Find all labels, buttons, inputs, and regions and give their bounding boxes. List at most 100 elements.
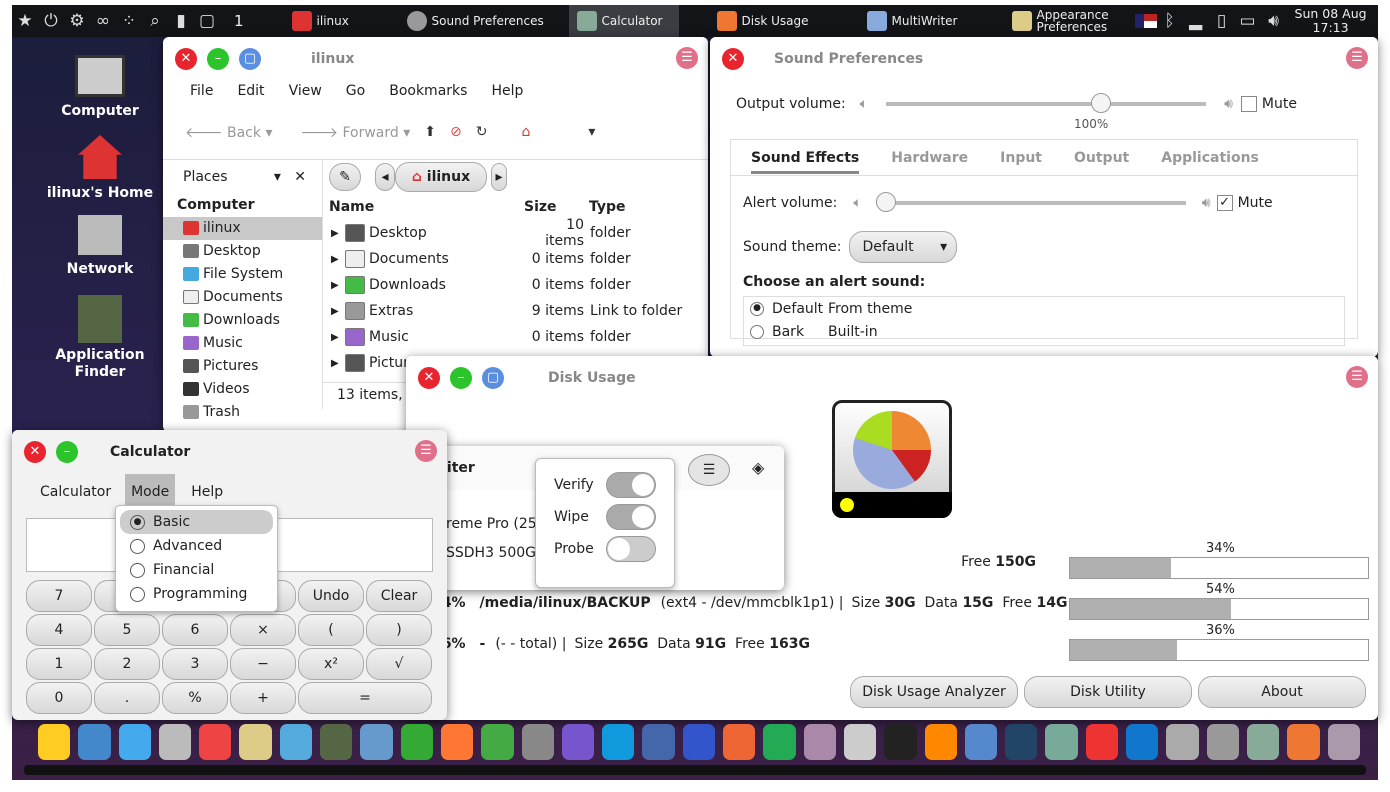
workspace-switcher[interactable]: 1 <box>234 12 244 30</box>
skype-icon[interactable] <box>602 724 635 760</box>
desktop-icon-home[interactable]: ilinux's Home <box>40 135 160 215</box>
menu-help[interactable]: Help <box>491 83 523 99</box>
stop-icon[interactable]: ⊘ <box>450 124 462 140</box>
side-item-desktop[interactable]: Desktop <box>163 240 322 263</box>
teamviewer-icon[interactable] <box>1126 724 1159 760</box>
launcher-icon[interactable] <box>360 724 393 760</box>
minimize-button[interactable]: – <box>56 441 78 463</box>
us-flag-icon[interactable] <box>1134 14 1157 28</box>
window-menu-button[interactable]: ☰ <box>1346 366 1368 388</box>
places-dropdown[interactable]: Places ▾ ✕ <box>163 160 322 194</box>
menu-go[interactable]: Go <box>346 83 365 99</box>
file-row[interactable]: ▶ Desktop 10 items folder <box>323 217 708 249</box>
settings-icon[interactable] <box>199 724 232 760</box>
expand-icon[interactable]: ▶ <box>331 332 345 343</box>
tab-applications[interactable]: Applications <box>1161 150 1259 166</box>
menu-bookmarks[interactable]: Bookmarks <box>389 83 467 99</box>
key-button[interactable]: 2 <box>94 648 160 680</box>
key-button[interactable]: 6 <box>162 614 228 646</box>
minimize-button[interactable]: – <box>207 48 229 70</box>
key-button[interactable]: 5 <box>94 614 160 646</box>
alert-sound-default[interactable]: ● Default From theme <box>750 297 1344 320</box>
key-button[interactable]: ) <box>366 614 432 646</box>
desktop-icon[interactable] <box>118 724 151 760</box>
desktop-icon-computer[interactable]: Computer <box>40 55 160 135</box>
task-ilinux[interactable]: ilinux <box>284 5 399 37</box>
tab-input[interactable]: Input <box>1000 150 1042 166</box>
task-sound-preferences[interactable]: Sound Preferences <box>399 5 569 37</box>
key-button[interactable]: − <box>230 648 296 680</box>
window-menu-button[interactable]: ☰ <box>1346 47 1368 69</box>
side-item-videos[interactable]: Videos <box>163 378 322 401</box>
app-finder-icon[interactable] <box>320 724 353 760</box>
disk-usage-analyzer-button[interactable]: Disk Usage Analyzer <box>850 676 1018 708</box>
reload-icon[interactable]: ↻ <box>476 124 488 140</box>
key-button[interactable]: ( <box>298 614 364 646</box>
about-button[interactable]: About <box>1198 676 1366 708</box>
expand-icon[interactable]: ▶ <box>331 280 345 291</box>
menu-button[interactable]: ☰ <box>688 454 730 486</box>
maximize-button[interactable]: ▢ <box>239 48 261 70</box>
key-button[interactable]: 1 <box>26 648 92 680</box>
folder-icon[interactable]: ▮ <box>171 11 191 31</box>
home-icon[interactable]: ⌂ <box>521 124 530 140</box>
sound-theme-dropdown[interactable]: Default ▾ <box>849 231 958 263</box>
expand-icon[interactable]: ▶ <box>331 358 345 369</box>
menu-view[interactable]: View <box>289 83 322 99</box>
column-type[interactable]: Type <box>589 199 626 215</box>
clock[interactable]: Sun 08 Aug 17:13 <box>1295 7 1367 35</box>
key-button[interactable]: × <box>230 614 296 646</box>
webcam-icon[interactable] <box>843 724 877 760</box>
close-button[interactable]: ✕ <box>418 367 440 389</box>
desktop-icon-network[interactable]: Network <box>40 215 160 295</box>
more-dropdown[interactable]: ▾ <box>588 124 595 140</box>
output-volume-slider[interactable] <box>886 93 1207 113</box>
task-appearance[interactable]: Appearance Preferences <box>1004 5 1129 37</box>
trash-icon[interactable] <box>1166 724 1199 760</box>
apps-icon[interactable] <box>78 724 111 760</box>
task-multiwriter[interactable]: MultiWriter <box>859 5 1004 37</box>
key-button[interactable]: 4 <box>26 614 92 646</box>
probe-toggle[interactable] <box>606 536 656 562</box>
calculator-icon[interactable] <box>1246 724 1280 760</box>
favorites-icon[interactable] <box>38 724 71 760</box>
firefox-icon[interactable] <box>440 724 474 760</box>
path-ilinux-button[interactable]: ⌂ ilinux <box>395 162 487 192</box>
edit-path-button[interactable]: ✎ <box>329 163 361 191</box>
files-icon[interactable] <box>158 724 192 760</box>
gnome-pro-icon[interactable] <box>521 724 554 760</box>
task-calculator[interactable]: Calculator <box>568 5 679 37</box>
window-menu-button[interactable]: ☰ <box>415 440 437 462</box>
tab-output[interactable]: Output <box>1074 150 1129 166</box>
key-button[interactable]: Undo <box>298 580 364 612</box>
key-button[interactable]: x² <box>298 648 364 680</box>
file-row[interactable]: ▶ Music 0 items folder <box>323 324 708 350</box>
side-item-ilinux[interactable]: ilinux <box>163 217 322 240</box>
sound-icon[interactable] <box>1206 724 1239 760</box>
side-item-music[interactable]: Music <box>163 332 322 355</box>
mode-financial[interactable]: Financial <box>120 558 273 582</box>
close-button[interactable]: ✕ <box>175 48 197 70</box>
viber-icon[interactable] <box>561 724 595 760</box>
key-button[interactable]: . <box>94 682 160 714</box>
binoculars-icon[interactable]: ∞ <box>93 11 113 31</box>
close-button[interactable]: ✕ <box>722 48 744 70</box>
anydesk-icon[interactable] <box>1085 724 1119 760</box>
software-icon[interactable] <box>279 724 313 760</box>
menu-calculator[interactable]: Calculator <box>40 484 125 500</box>
tab-hardware[interactable]: Hardware <box>891 150 968 166</box>
pipe-icon[interactable] <box>400 724 433 760</box>
settings-icon[interactable]: ◈ <box>752 458 764 477</box>
multiwriter-icon[interactable] <box>1327 724 1360 760</box>
power-icon[interactable]: ⏻ <box>41 11 61 31</box>
wps-spreadsheet-icon[interactable] <box>763 724 796 760</box>
key-button[interactable]: 3 <box>162 648 228 680</box>
alert-mute-checkbox[interactable]: ✓ <box>1216 195 1233 211</box>
search-icon[interactable]: ⌕ <box>145 11 165 31</box>
chrome-icon[interactable] <box>481 724 514 760</box>
appearance-icon[interactable] <box>239 724 272 760</box>
file-row[interactable]: ▶ Downloads 0 items folder <box>323 272 708 298</box>
key-button[interactable]: + <box>230 682 296 714</box>
path-right-button[interactable]: ▸ <box>491 163 507 191</box>
output-mute-checkbox[interactable] <box>1240 96 1257 112</box>
